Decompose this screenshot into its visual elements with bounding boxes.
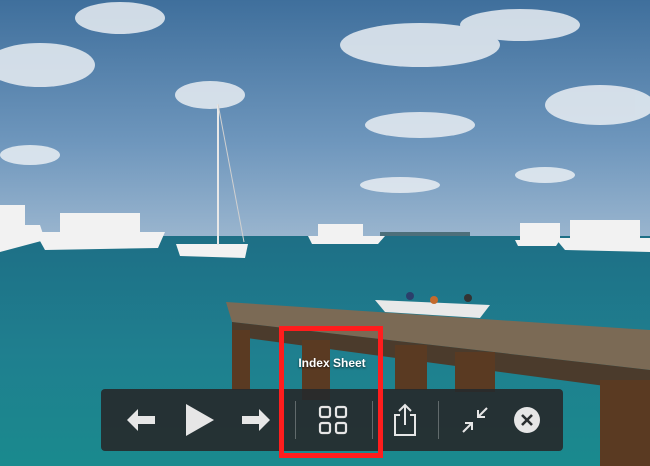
share-icon	[394, 403, 416, 436]
close-button[interactable]	[505, 389, 549, 451]
close-circle-icon	[514, 407, 540, 433]
next-button[interactable]	[234, 389, 278, 451]
play-button[interactable]	[177, 389, 221, 451]
index-sheet-highlight	[279, 326, 383, 458]
exit-full-screen-button[interactable]	[453, 389, 497, 451]
arrow-left-icon	[127, 409, 155, 431]
arrow-right-icon	[242, 409, 270, 431]
previous-button[interactable]	[119, 389, 163, 451]
play-icon	[186, 404, 214, 436]
share-button[interactable]	[383, 389, 427, 451]
toolbar-separator	[438, 401, 439, 439]
collapse-icon	[462, 407, 488, 433]
